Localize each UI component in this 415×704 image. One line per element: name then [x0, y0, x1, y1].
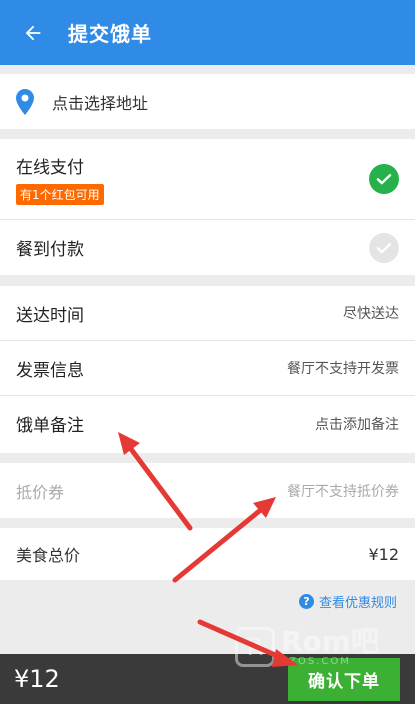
row-label: 饿单备注 [16, 416, 84, 436]
row-value: 尽快送达 [343, 306, 399, 322]
watermark: R Rom吧 YZOS.COM [235, 622, 415, 672]
red-packet-badge: 有1个红包可用 [16, 184, 104, 205]
row-value: 餐厅不支持开发票 [287, 361, 399, 377]
payment-option-on-arrival[interactable]: 餐到付款 [0, 220, 415, 275]
row-value: 点击添加备注 [315, 416, 399, 433]
row-value: 餐厅不支持抵价券 [287, 483, 399, 500]
order-note-row[interactable]: 饿单备注 点击添加备注 [0, 396, 415, 451]
page-title: 提交饿单 [68, 22, 152, 46]
invoice-row[interactable]: 发票信息 餐厅不支持开发票 [0, 341, 415, 396]
watermark-brand: Rom吧 [281, 624, 379, 658]
order-info-card: 送达时间 尽快送达 发票信息 餐厅不支持开发票 饿单备注 点击添加备注 [0, 286, 415, 453]
row-label: 抵价券 [16, 482, 65, 502]
question-circle-icon: ? [298, 594, 314, 609]
checkmark-unselected-icon[interactable] [369, 232, 399, 263]
watermark-url: YZOS.COM [281, 655, 351, 667]
payment-card: 在线支付 有1个红包可用 餐到付款 [0, 139, 415, 275]
watermark-logo: R [235, 627, 275, 667]
total-price: ¥12 [368, 544, 399, 564]
row-label: 发票信息 [16, 360, 84, 381]
promo-rules-label: 查看优惠规则 [318, 596, 397, 611]
checkout-total: ¥12 [14, 665, 60, 693]
promo-rules-link[interactable]: ? 查看优惠规则 [298, 592, 397, 611]
payment-option-label: 餐到付款 [16, 240, 84, 260]
payment-option-online[interactable]: 在线支付 有1个红包可用 [0, 139, 415, 220]
back-button[interactable] [0, 0, 66, 65]
payment-option-label: 在线支付 [16, 158, 84, 178]
checkmark-selected-icon[interactable] [369, 164, 399, 194]
row-label: 送达时间 [16, 305, 84, 326]
arrow-left-icon [25, 25, 41, 40]
address-placeholder: 点击选择地址 [52, 93, 149, 113]
total-card: 美食总价 ¥12 [0, 528, 415, 580]
total-row: 美食总价 ¥12 [0, 528, 415, 580]
address-row[interactable]: 点击选择地址 [0, 74, 415, 129]
address-card[interactable]: 点击选择地址 [0, 74, 415, 129]
top-app-bar: 提交饿单 [0, 0, 415, 65]
delivery-time-row[interactable]: 送达时间 尽快送达 [0, 286, 415, 341]
row-label: 美食总价 [16, 546, 81, 565]
coupon-card: 抵价券 餐厅不支持抵价券 [0, 463, 415, 518]
location-pin-icon [16, 88, 36, 115]
coupon-row: 抵价券 餐厅不支持抵价券 [0, 463, 415, 518]
